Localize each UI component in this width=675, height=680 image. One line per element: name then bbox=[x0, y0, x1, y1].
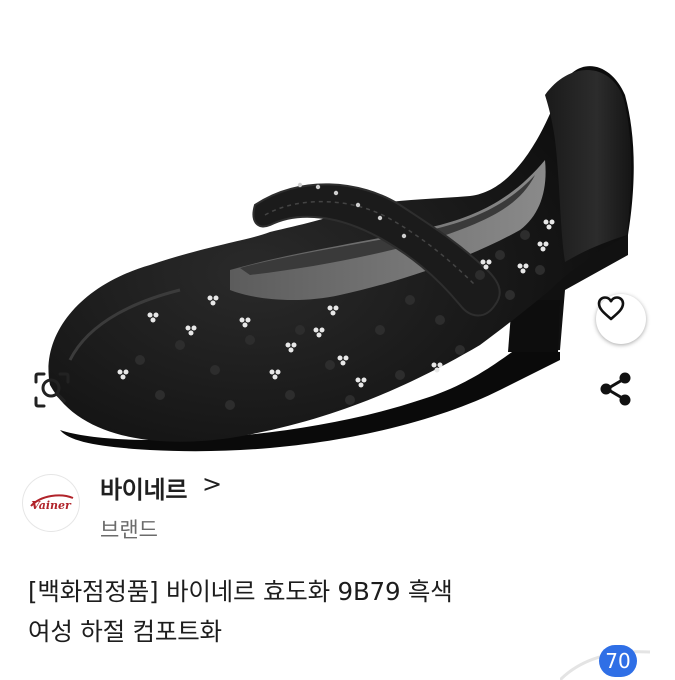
brand-name[interactable]: 바이네르 bbox=[100, 470, 187, 505]
share-button[interactable] bbox=[598, 370, 644, 416]
product-title: [백화점정품] 바이네르 효도화 9B79 흑색 여성 하절 컴포트화 bbox=[28, 572, 628, 652]
chevron-right-icon[interactable]: > bbox=[202, 470, 222, 498]
wishlist-button[interactable] bbox=[596, 294, 646, 344]
image-count-badge[interactable]: 70 bbox=[599, 645, 637, 677]
brand-row[interactable]: Vainer 바이네르 > 브랜드 bbox=[22, 462, 642, 562]
brand-logo-mark: Vainer bbox=[30, 494, 74, 512]
brand-type-label: 브랜드 bbox=[100, 518, 158, 542]
brand-logo-text: Vainer bbox=[31, 499, 72, 512]
shoe-photo bbox=[48, 66, 634, 452]
product-title-line2: 여성 하절 컴포트화 bbox=[28, 617, 222, 646]
product-title-line1: [백화점정품] 바이네르 효도화 9B79 흑색 bbox=[28, 577, 453, 606]
brand-logo[interactable]: Vainer bbox=[22, 474, 80, 532]
search-lens-icon bbox=[34, 372, 70, 408]
heart-icon bbox=[597, 296, 625, 321]
image-search-button[interactable] bbox=[30, 368, 78, 416]
share-icon bbox=[600, 372, 631, 406]
product-image[interactable] bbox=[0, 0, 675, 452]
